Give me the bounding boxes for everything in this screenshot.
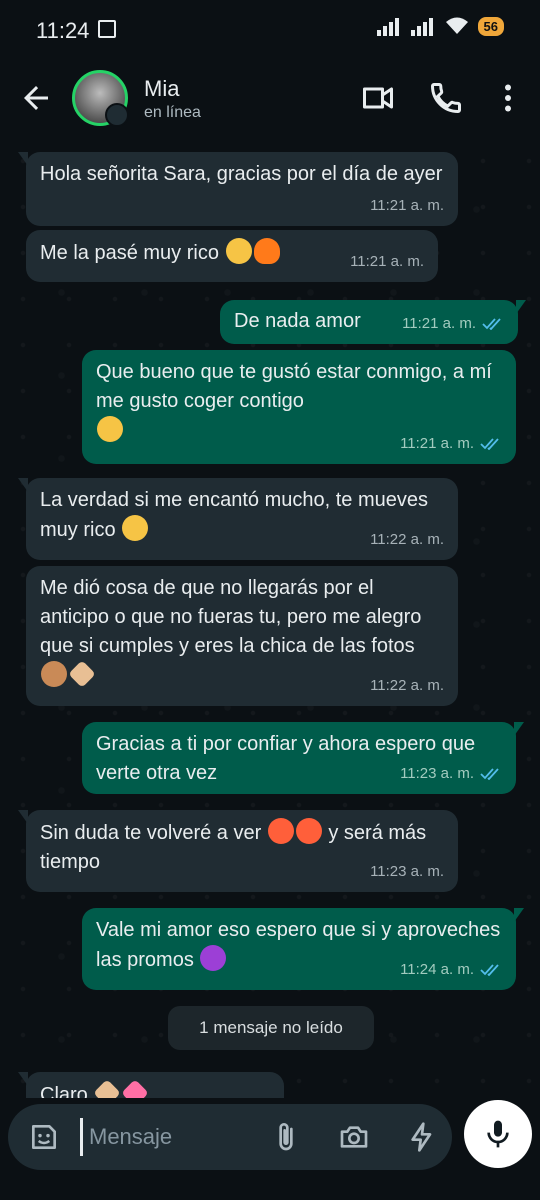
- double-check-icon: [480, 767, 499, 780]
- signal-icon: [376, 18, 399, 36]
- status-time: 11:24: [36, 18, 90, 43]
- chat-header: Mia en línea: [0, 58, 540, 138]
- time-label: 11:21 a. m.: [402, 315, 476, 332]
- message-text: Hola señorita Sara, gracias por el día d…: [40, 163, 443, 185]
- screen-mirror-icon: [98, 20, 116, 38]
- paperclip-icon[interactable]: [270, 1121, 302, 1153]
- more-vert-icon[interactable]: [490, 80, 526, 116]
- message-text-part: Me la pasé muy rico: [40, 242, 219, 264]
- message-time: 11:23 a. m.: [370, 857, 444, 886]
- message-bubble[interactable]: Que bueno que te gustó estar conmigo, a …: [82, 350, 516, 464]
- arrow-left-icon[interactable]: [18, 80, 54, 116]
- message-time: 11:23 a. m.: [400, 759, 502, 788]
- time-label: 11:23 a. m.: [370, 863, 444, 880]
- message-time: 11:21 a. m.: [370, 191, 444, 220]
- message-bubble[interactable]: Sin duda te volveré a ver y será más tie…: [18, 810, 458, 892]
- pink-heart-emoji-icon: [121, 1079, 150, 1098]
- time-label: 11:22 a. m.: [370, 531, 444, 548]
- message-bubble[interactable]: Me la pasé muy rico 11:21 a. m.: [26, 230, 438, 282]
- heart-hands-emoji-icon: [68, 660, 96, 688]
- signal-icon-2: [410, 18, 433, 36]
- time-label: 11:23 a. m.: [400, 765, 474, 782]
- status-ring-icon: [105, 103, 129, 127]
- message-text-part: Claro: [40, 1084, 88, 1098]
- camera-icon[interactable]: [338, 1121, 370, 1153]
- time-label: 11:21 a. m.: [350, 253, 424, 270]
- unread-messages-banner: 1 mensaje no leído: [168, 1006, 374, 1050]
- time-label: 11:22 a. m.: [370, 677, 444, 694]
- message-text: Claro: [40, 1079, 270, 1098]
- heart-hands-emoji-icon: [93, 1079, 122, 1098]
- yum-emoji-icon: [225, 238, 252, 264]
- time-label: 11:21 a. m.: [400, 435, 474, 452]
- message-text-part: Que bueno que te gustó estar conmigo, a …: [96, 361, 498, 412]
- battery-badge: 56: [477, 16, 504, 36]
- message-bubble[interactable]: Me dió cosa de que no llegarás por el an…: [26, 566, 458, 706]
- fire-emoji-icon: [253, 238, 280, 264]
- status-icons: 56: [376, 16, 504, 36]
- hot-face-emoji-icon: [295, 818, 322, 844]
- double-check-icon: [480, 437, 499, 450]
- shy-emoji-icon: [97, 416, 123, 442]
- phone-icon[interactable]: [428, 80, 464, 116]
- message-time: 11:21 a. m.: [400, 429, 502, 458]
- double-check-icon: [482, 317, 501, 330]
- smiling-devil-emoji-icon: [200, 945, 227, 971]
- message-text-part: Sin duda te volveré a ver: [40, 822, 262, 844]
- message-bubble[interactable]: La verdad si me encantó mucho, te mueves…: [18, 478, 458, 560]
- message-time: 11:21 a. m.: [350, 247, 424, 276]
- mic-button[interactable]: [464, 1100, 532, 1168]
- contact-name[interactable]: Mia: [144, 76, 179, 102]
- message-time: 11:22 a. m.: [370, 525, 444, 554]
- chat-area[interactable]: Hola señorita Sara, gracias por el día d…: [0, 138, 540, 1098]
- message-bubble[interactable]: Vale mi amor eso espero que si y aprovec…: [82, 908, 524, 990]
- message-composer: [8, 1104, 452, 1170]
- mic-icon: [487, 1120, 509, 1148]
- time-label: 11:24 a. m.: [400, 961, 474, 978]
- navigation-bar: [0, 1180, 540, 1200]
- bolt-icon[interactable]: [406, 1121, 438, 1153]
- double-check-icon: [480, 963, 499, 976]
- message-text-part: Me dió cosa de que no llegarás por el an…: [40, 577, 427, 657]
- sticker-icon[interactable]: [28, 1121, 60, 1153]
- avatar[interactable]: [72, 70, 129, 127]
- message-bubble[interactable]: Gracias a ti por confiar y ahora espero …: [82, 722, 524, 794]
- message-time: 11:22 a. m.: [370, 671, 444, 700]
- message-bubble[interactable]: De nada amor 11:21 a. m.: [220, 300, 526, 344]
- message-bubble-partial[interactable]: Claro: [18, 1072, 284, 1098]
- contact-status: en línea: [144, 104, 201, 121]
- wifi-icon: [445, 17, 468, 34]
- hot-face-emoji-icon: [267, 818, 294, 844]
- video-call-icon[interactable]: [360, 80, 396, 116]
- message-time: 11:24 a. m.: [400, 955, 502, 984]
- see-no-evil-emoji-icon: [41, 661, 67, 687]
- yum-emoji-icon: [122, 515, 149, 541]
- message-input[interactable]: [80, 1118, 269, 1156]
- message-bubble[interactable]: Hola señorita Sara, gracias por el día d…: [18, 152, 458, 226]
- status-bar: 11:24 56: [0, 0, 540, 58]
- message-time: 11:21 a. m.: [402, 309, 504, 338]
- time-label: 11:21 a. m.: [370, 197, 444, 214]
